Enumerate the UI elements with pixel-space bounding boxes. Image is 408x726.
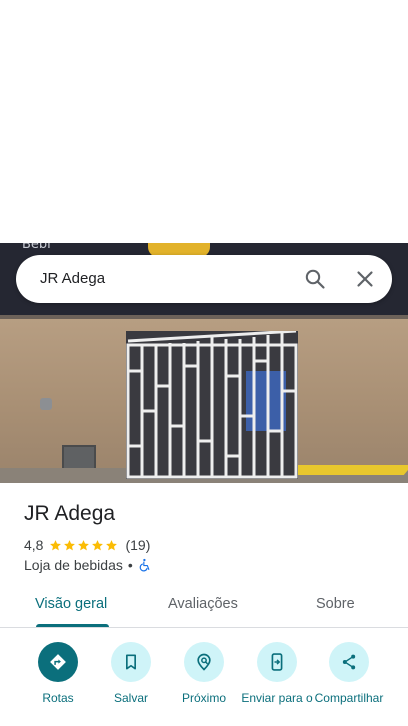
metal-gate: [126, 331, 298, 479]
directions-label: Rotas: [42, 691, 74, 705]
send-to-phone-button[interactable]: Enviar para o: [240, 642, 314, 706]
category-separator: •: [127, 557, 133, 573]
tab-reviews[interactable]: Avaliações: [168, 596, 238, 612]
search-bar[interactable]: JR Adega: [16, 255, 392, 303]
review-count[interactable]: (19): [125, 537, 150, 553]
directions-icon: [50, 654, 66, 670]
bookmark-icon: [126, 654, 136, 670]
rating-value: 4,8: [24, 537, 44, 553]
place-title: JR Adega: [24, 502, 116, 525]
tab-about[interactable]: Sobre: [316, 596, 355, 612]
directions-button[interactable]: Rotas: [21, 642, 95, 706]
share-button[interactable]: Compartilhar: [312, 642, 386, 706]
nearby-button[interactable]: Próximo: [167, 642, 241, 706]
star-icon: [64, 539, 76, 550]
save-button[interactable]: Salvar: [94, 642, 168, 706]
star-icon: [78, 539, 90, 550]
close-icon[interactable]: [353, 267, 377, 291]
star-icon: [50, 539, 62, 550]
rating-row[interactable]: 4,8 (19): [24, 536, 150, 554]
star-icon: [92, 539, 104, 550]
nearby-icon: [197, 653, 211, 671]
directions-button-circle[interactable]: [38, 642, 78, 682]
active-tab-indicator: [36, 624, 109, 627]
action-bar: Rotas Salvar Próximo Enviar para o Compa…: [0, 642, 408, 726]
category-row: Loja de bebidas •: [24, 556, 152, 574]
save-button-circle[interactable]: [111, 642, 151, 682]
search-icon[interactable]: [303, 267, 327, 291]
top-blank-area: [0, 0, 408, 243]
nearby-label: Próximo: [181, 691, 226, 705]
wheelchair-accessible-icon: [139, 558, 150, 572]
tab-overview[interactable]: Visão geral: [35, 596, 107, 612]
rating-stars: [49, 539, 119, 552]
category-label: Loja de bebidas: [24, 557, 123, 573]
tab-bar: Visão geral Avaliações Sobre: [0, 588, 408, 628]
send-to-phone-icon: [271, 653, 283, 671]
search-query[interactable]: JR Adega: [40, 270, 105, 287]
send-to-phone-button-circle[interactable]: [257, 642, 297, 682]
nearby-button-circle[interactable]: [184, 642, 224, 682]
sign-text: Bebi: [22, 243, 51, 252]
send-to-phone-label: Enviar para o: [241, 691, 313, 705]
star-icon: [106, 539, 118, 550]
wall-light: [40, 398, 52, 410]
share-label: Compartilhar: [314, 691, 384, 705]
share-button-circle[interactable]: [329, 642, 369, 682]
share-icon: [342, 654, 356, 670]
save-label: Salvar: [113, 691, 148, 705]
